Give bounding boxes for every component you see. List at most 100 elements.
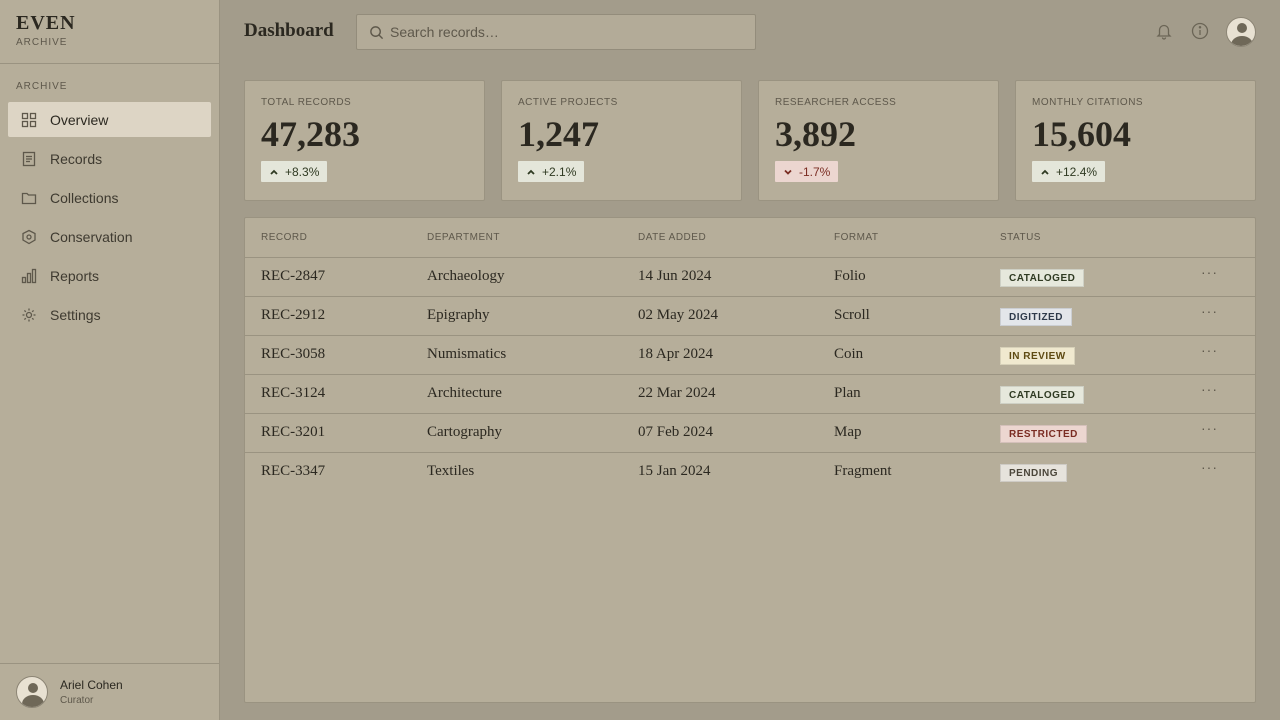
sidebar-item-overview[interactable]: Overview (8, 102, 211, 137)
column-header-record[interactable]: RECORD (261, 232, 307, 243)
table-row[interactable]: REC-3124 Architecture 22 Mar 2024 Plan C… (245, 375, 1255, 414)
chevron-down-icon (784, 169, 792, 175)
more-actions-icon[interactable]: ··· (1201, 342, 1218, 358)
cell-department: Numismatics (427, 346, 507, 362)
more-actions-icon[interactable]: ··· (1201, 420, 1218, 436)
chevron-up-icon (270, 169, 278, 175)
search-input[interactable] (390, 24, 730, 40)
table-row[interactable]: REC-3058 Numismatics 18 Apr 2024 Coin IN… (245, 336, 1255, 375)
document-icon (20, 150, 38, 168)
more-actions-icon[interactable]: ··· (1201, 264, 1218, 280)
sidebar-item-collections[interactable]: Collections (8, 180, 211, 215)
sidebar-item-label: Reports (50, 267, 100, 284)
header: Dashboard (220, 0, 1280, 64)
cell-record: REC-3058 (261, 346, 326, 362)
cell-record: REC-3201 (261, 424, 326, 440)
stat-value: 47,283 (261, 114, 360, 154)
more-actions-icon[interactable]: ··· (1201, 303, 1218, 319)
cell-record: REC-2912 (261, 307, 326, 323)
sidebar-item-label: Conservation (50, 228, 133, 245)
info-icon[interactable] (1190, 21, 1210, 41)
folder-icon (20, 189, 38, 207)
more-actions-icon[interactable]: ··· (1201, 381, 1218, 397)
table-row[interactable]: REC-3201 Cartography 07 Feb 2024 Map RES… (245, 414, 1255, 453)
cell-format: Map (834, 424, 862, 440)
stat-label: MONTHLY CITATIONS (1032, 97, 1144, 108)
stat-label: ACTIVE PROJECTS (518, 97, 618, 108)
status-badge: CATALOGED (1000, 386, 1085, 404)
cell-record: REC-3124 (261, 385, 326, 401)
column-header-status[interactable]: STATUS (1000, 232, 1041, 243)
brand-subtitle: ARCHIVE (16, 37, 68, 48)
column-header-department[interactable]: DEPARTMENT (427, 232, 500, 243)
stat-label: RESEARCHER ACCESS (775, 97, 897, 108)
sidebar-item-label: Records (50, 150, 103, 167)
gear-icon (20, 306, 38, 324)
stat-change-badge: -1.7% (775, 161, 839, 182)
cell-date: 14 Jun 2024 (638, 268, 712, 284)
stat-change: +12.4% (1056, 164, 1098, 179)
sidebar-item-reports[interactable]: Reports (8, 258, 211, 293)
records-table: RECORD DEPARTMENT DATE ADDED FORMAT STAT… (244, 217, 1256, 703)
stat-value: 3,892 (775, 114, 856, 154)
cell-format: Plan (834, 385, 861, 401)
sidebar-item-label: Overview (50, 111, 109, 128)
table-row[interactable]: REC-2912 Epigraphy 02 May 2024 Scroll DI… (245, 297, 1255, 336)
column-header-format[interactable]: FORMAT (834, 232, 878, 243)
chevron-up-icon (527, 169, 535, 175)
stat-change: +8.3% (285, 164, 320, 179)
user-name: Ariel Cohen (60, 678, 123, 692)
search-icon (370, 25, 384, 39)
bar-chart-icon (20, 267, 38, 285)
table-row[interactable]: REC-2847 Archaeology 14 Jun 2024 Folio C… (245, 258, 1255, 297)
cell-format: Coin (834, 346, 864, 362)
brand: EVEN ARCHIVE (0, 0, 219, 64)
shield-icon (20, 228, 38, 246)
column-header-date-added[interactable]: DATE ADDED (638, 232, 706, 243)
nav-section-label: ARCHIVE (16, 81, 68, 92)
status-badge: DIGITIZED (1000, 308, 1072, 326)
stat-card-active-projects: ACTIVE PROJECTS 1,247 +2.1% (501, 80, 742, 201)
avatar (16, 676, 48, 708)
stat-change: +2.1% (542, 164, 577, 179)
cell-department: Textiles (427, 463, 475, 479)
cell-format: Fragment (834, 463, 892, 479)
cell-department: Epigraphy (427, 307, 490, 323)
user-profile[interactable]: Ariel Cohen Curator (0, 663, 219, 720)
cell-date: 02 May 2024 (638, 307, 718, 323)
sidebar-item-label: Collections (50, 189, 119, 206)
page-title: Dashboard (244, 20, 334, 41)
sidebar-item-label: Settings (50, 306, 101, 323)
cell-department: Architecture (427, 385, 502, 401)
status-badge: PENDING (1000, 464, 1068, 482)
sidebar-item-conservation[interactable]: Conservation (8, 219, 211, 254)
stat-change: -1.7% (799, 164, 831, 179)
more-actions-icon[interactable]: ··· (1201, 459, 1218, 475)
search-box[interactable] (356, 14, 756, 50)
stat-value: 15,604 (1032, 114, 1131, 154)
stat-card-researcher-access: RESEARCHER ACCESS 3,892 -1.7% (758, 80, 999, 201)
table-header: RECORD DEPARTMENT DATE ADDED FORMAT STAT… (245, 218, 1255, 258)
sidebar-item-records[interactable]: Records (8, 141, 211, 176)
avatar[interactable] (1226, 17, 1256, 47)
stat-change-badge: +8.3% (261, 161, 328, 182)
cell-date: 07 Feb 2024 (638, 424, 713, 440)
table-row[interactable]: REC-3347 Textiles 15 Jan 2024 Fragment P… (245, 453, 1255, 492)
chevron-up-icon (1041, 169, 1049, 175)
status-badge: CATALOGED (1000, 269, 1085, 287)
stat-card-monthly-citations: MONTHLY CITATIONS 15,604 +12.4% (1015, 80, 1256, 201)
cell-department: Archaeology (427, 268, 505, 284)
cell-format: Scroll (834, 307, 870, 323)
grid-icon (20, 111, 38, 129)
status-badge: IN REVIEW (1000, 347, 1075, 365)
user-role: Curator (60, 695, 94, 706)
stat-change-badge: +12.4% (1032, 161, 1106, 182)
bell-icon[interactable] (1154, 21, 1174, 41)
sidebar-item-settings[interactable]: Settings (8, 297, 211, 332)
cell-date: 18 Apr 2024 (638, 346, 713, 362)
stat-label: TOTAL RECORDS (261, 97, 352, 108)
cell-record: REC-3347 (261, 463, 326, 479)
cell-date: 15 Jan 2024 (638, 463, 711, 479)
sidebar: EVEN ARCHIVE ARCHIVE Overview Records Co… (0, 0, 220, 720)
sidebar-nav: Overview Records Collections Conservatio… (0, 100, 219, 338)
